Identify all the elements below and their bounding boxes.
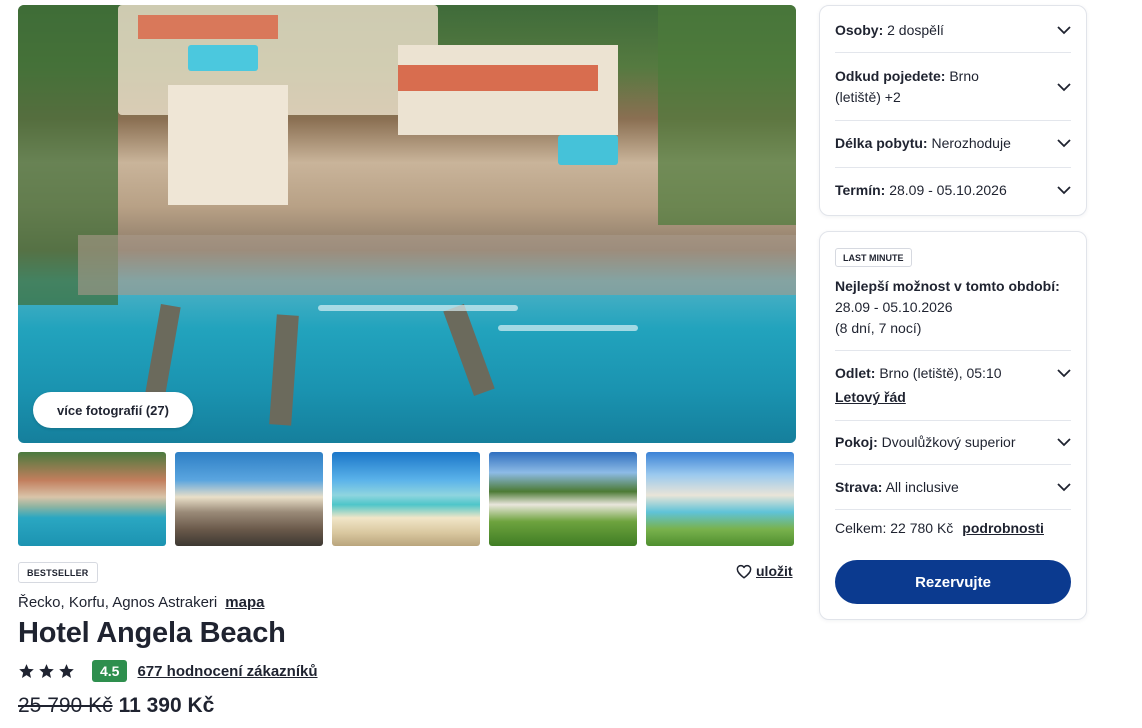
breakwater-shape xyxy=(443,303,495,397)
divider xyxy=(835,509,1071,510)
location-text: Řecko, Korfu, Agnos Astrakeri xyxy=(18,594,218,611)
details-link[interactable]: podrobnosti xyxy=(962,520,1044,536)
heart-icon xyxy=(736,564,752,579)
term-label: Termín: xyxy=(835,182,886,198)
thumbnail-strip xyxy=(18,452,796,546)
length-value: Nerozhoduje xyxy=(931,135,1011,151)
divider xyxy=(835,350,1071,351)
room-value: Dvoulůžkový superior xyxy=(881,434,1016,450)
breakwater-shape xyxy=(145,303,181,397)
star-icon xyxy=(59,663,74,678)
departure-selector[interactable]: Odkud pojedete: Brno (letiště) +2 xyxy=(835,64,1071,110)
chevron-down-icon xyxy=(1057,482,1071,491)
thumbnail-5[interactable] xyxy=(646,452,794,546)
bestseller-badge: BESTSELLER xyxy=(18,562,98,583)
divider xyxy=(835,120,1071,121)
star-icon xyxy=(19,663,34,678)
term-value: 28.09 - 05.10.2026 xyxy=(889,182,1007,198)
divider xyxy=(835,52,1071,53)
chevron-down-icon xyxy=(1057,437,1071,446)
total-label: Celkem: 22 780 Kč xyxy=(835,520,954,536)
room-label: Pokoj: xyxy=(835,434,878,450)
main-photo[interactable] xyxy=(18,5,796,443)
pool-shape xyxy=(188,45,258,71)
flight-value: Brno (letiště), 05:10 xyxy=(879,365,1002,381)
rating-row: 4.5 677 hodnocení zákazníků xyxy=(18,660,318,682)
thumbnail-4[interactable] xyxy=(489,452,637,546)
hotel-name: Hotel Angela Beach xyxy=(18,617,286,649)
length-label: Délka pobytu: xyxy=(835,135,928,151)
flight-timetable-link[interactable]: Letový řád xyxy=(835,389,906,405)
term-selector[interactable]: Termín: 28.09 - 05.10.2026 xyxy=(835,180,1071,200)
board-selector[interactable]: Strava: All inclusive xyxy=(835,477,1071,497)
flight-selector[interactable]: Odlet: Brno (letiště), 05:10 xyxy=(835,363,1071,383)
departure-label: Odkud pojedete: xyxy=(835,68,946,84)
beach-umbrellas-shape xyxy=(78,235,796,295)
roof-shape xyxy=(398,65,598,91)
breakwater-shape xyxy=(269,314,299,426)
thumbnail-1[interactable] xyxy=(18,452,166,546)
save-button[interactable]: uložit xyxy=(736,563,793,579)
trees-shape xyxy=(658,5,796,225)
reserve-button[interactable]: Rezervujte xyxy=(835,560,1071,604)
thumbnail-3[interactable] xyxy=(332,452,480,546)
hotel-stars xyxy=(18,663,75,680)
thumbnail-2[interactable] xyxy=(175,452,323,546)
departure-value: Brno xyxy=(949,68,979,84)
room-selector[interactable]: Pokoj: Dvoulůžkový superior xyxy=(835,432,1071,452)
chevron-down-icon xyxy=(1057,185,1071,194)
wave-shape xyxy=(498,325,638,331)
new-price: 11 390 Kč xyxy=(118,694,215,717)
best-option-dates: 28.09 - 05.10.2026 xyxy=(835,299,953,315)
board-value: All inclusive xyxy=(885,479,959,495)
search-filters-card: Osoby: 2 dospělí Odkud pojedete: Brno (l… xyxy=(819,5,1087,216)
star-icon xyxy=(39,663,54,678)
best-option-title: Nejlepší možnost v tomto období: xyxy=(835,278,1060,294)
stay-length-selector[interactable]: Délka pobytu: Nerozhoduje xyxy=(835,133,1071,153)
review-score: 4.5 xyxy=(92,660,128,682)
old-price: 25 790 Kč xyxy=(18,694,113,717)
departure-value-line2: (letiště) +2 xyxy=(835,89,901,105)
map-link[interactable]: mapa xyxy=(225,594,264,611)
divider xyxy=(835,464,1071,465)
hotel-location: Řecko, Korfu, Agnos Astrakeri mapa xyxy=(18,594,264,611)
last-minute-badge: LAST MINUTE xyxy=(835,248,912,267)
best-option-nights: (8 dní, 7 nocí) xyxy=(835,320,922,336)
total-price: Celkem: 22 780 Kč podrobnosti xyxy=(835,520,1044,536)
hotel-building-shape xyxy=(168,85,288,205)
offer-card: LAST MINUTE Nejlepší možnost v tomto obd… xyxy=(819,231,1087,620)
flight-label: Odlet: xyxy=(835,365,876,381)
persons-value: 2 dospělí xyxy=(887,22,944,38)
save-label: uložit xyxy=(756,563,793,579)
board-label: Strava: xyxy=(835,479,883,495)
price-row: 25 790 Kč 11 390 Kč xyxy=(18,694,214,718)
divider xyxy=(835,167,1071,168)
chevron-down-icon xyxy=(1057,138,1071,147)
chevron-down-icon xyxy=(1057,25,1071,34)
roof-shape xyxy=(138,15,278,39)
wave-shape xyxy=(318,305,518,311)
chevron-down-icon xyxy=(1057,82,1071,91)
reviews-link[interactable]: 677 hodnocení zákazníků xyxy=(137,663,317,680)
more-photos-button[interactable]: více fotografií (27) xyxy=(33,392,193,428)
persons-selector[interactable]: Osoby: 2 dospělí xyxy=(835,20,1071,40)
persons-label: Osoby: xyxy=(835,22,884,38)
divider xyxy=(835,420,1071,421)
chevron-down-icon xyxy=(1057,368,1071,377)
pool-shape xyxy=(558,135,618,165)
